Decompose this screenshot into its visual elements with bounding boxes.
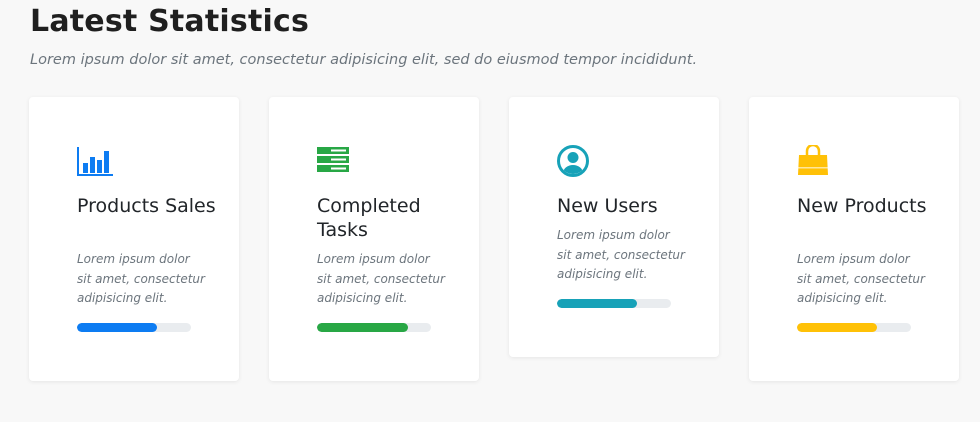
progress-fill (77, 323, 157, 332)
stat-card-new-users: New Users Lorem ipsum dolor sit amet, co… (509, 97, 719, 357)
progress-bar (317, 323, 431, 332)
stat-card-products-sales: Products Sales Lorem ipsum dolor sit ame… (29, 97, 239, 381)
server-icon (317, 147, 349, 172)
card-title: New Products (797, 195, 927, 217)
progress-fill (797, 323, 877, 332)
card-description: Lorem ipsum dolor sit amet, consectetur … (317, 252, 445, 305)
progress-fill (317, 323, 409, 332)
card-title: New Users (557, 195, 658, 217)
card-description: Lorem ipsum dolor sit amet, consectetur … (557, 228, 685, 281)
progress-bar (77, 323, 191, 332)
card-description: Lorem ipsum dolor sit amet, consectetur … (77, 252, 205, 305)
progress-fill (557, 299, 637, 308)
stat-card-completed-tasks: Completed Tasks Lorem ipsum dolor sit am… (269, 97, 479, 381)
stat-card-new-products: New Products Lorem ipsum dolor sit amet,… (749, 97, 959, 381)
user-circle-icon (557, 145, 589, 177)
page-title: Latest Statistics (30, 4, 310, 39)
card-description: Lorem ipsum dolor sit amet, consectetur … (797, 252, 925, 305)
progress-bar (557, 299, 671, 308)
page-subtitle: Lorem ipsum dolor sit amet, consectetur … (30, 52, 698, 68)
card-title: Completed Tasks (317, 195, 421, 241)
bar-chart-icon (77, 147, 113, 176)
shopping-bag-icon (798, 145, 828, 175)
card-title: Products Sales (77, 195, 216, 217)
progress-bar (797, 323, 911, 332)
